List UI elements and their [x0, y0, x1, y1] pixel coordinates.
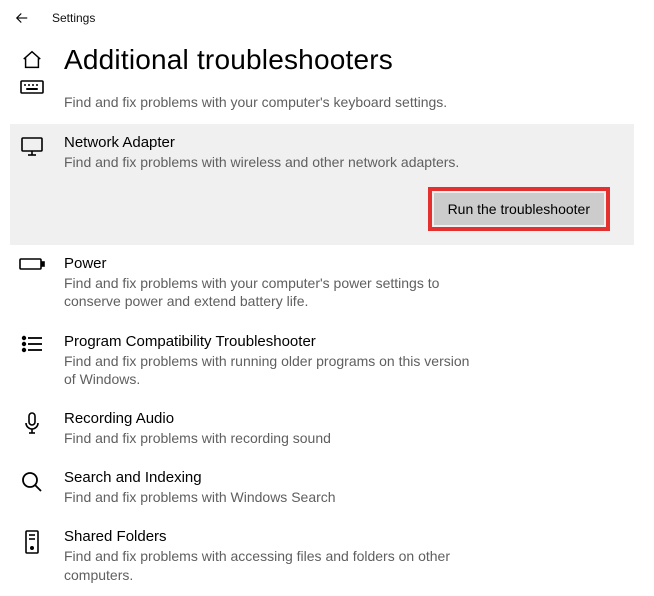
home-icon — [18, 49, 46, 71]
page-title: Additional troubleshooters — [64, 44, 393, 76]
item-name: Program Compatibility Troubleshooter — [64, 333, 622, 350]
search-icon — [18, 469, 46, 493]
item-desc: Find and fix problems with wireless and … — [64, 153, 474, 171]
item-desc: Find and fix problems with your computer… — [64, 274, 474, 310]
topbar-label: Settings — [52, 11, 95, 25]
troubleshooter-shared-folders[interactable]: Shared Folders Find and fix problems wit… — [10, 518, 634, 595]
item-desc: Find and fix problems with running older… — [64, 352, 474, 388]
item-desc: Find and fix problems with Windows Searc… — [64, 488, 474, 506]
troubleshooter-program-compatibility[interactable]: Program Compatibility Troubleshooter Fin… — [10, 323, 634, 400]
monitor-icon — [18, 134, 46, 158]
arrow-left-icon — [13, 9, 31, 27]
troubleshooter-power[interactable]: Power Find and fix problems with your co… — [10, 245, 634, 322]
intro-desc: Find and fix problems with your computer… — [10, 94, 634, 124]
run-troubleshooter-button[interactable]: Run the troubleshooter — [434, 193, 604, 225]
highlight-box: Run the troubleshooter — [428, 187, 610, 231]
battery-icon — [18, 255, 46, 271]
item-name: Power — [64, 255, 622, 272]
troubleshooter-recording-audio[interactable]: Recording Audio Find and fix problems wi… — [10, 400, 634, 459]
item-desc: Find and fix problems with accessing fil… — [64, 547, 474, 583]
back-button[interactable] — [10, 6, 34, 30]
troubleshooter-network-adapter[interactable]: Network Adapter Find and fix problems wi… — [10, 124, 634, 245]
microphone-icon — [18, 410, 46, 436]
item-name: Network Adapter — [64, 134, 622, 151]
server-icon — [18, 528, 46, 554]
keyboard-icon — [18, 80, 46, 94]
item-name: Shared Folders — [64, 528, 622, 545]
list-icon — [18, 333, 46, 353]
item-desc: Find and fix problems with recording sou… — [64, 429, 474, 447]
troubleshooter-search-indexing[interactable]: Search and Indexing Find and fix problem… — [10, 459, 634, 518]
item-name: Recording Audio — [64, 410, 622, 427]
item-name: Search and Indexing — [64, 469, 622, 486]
